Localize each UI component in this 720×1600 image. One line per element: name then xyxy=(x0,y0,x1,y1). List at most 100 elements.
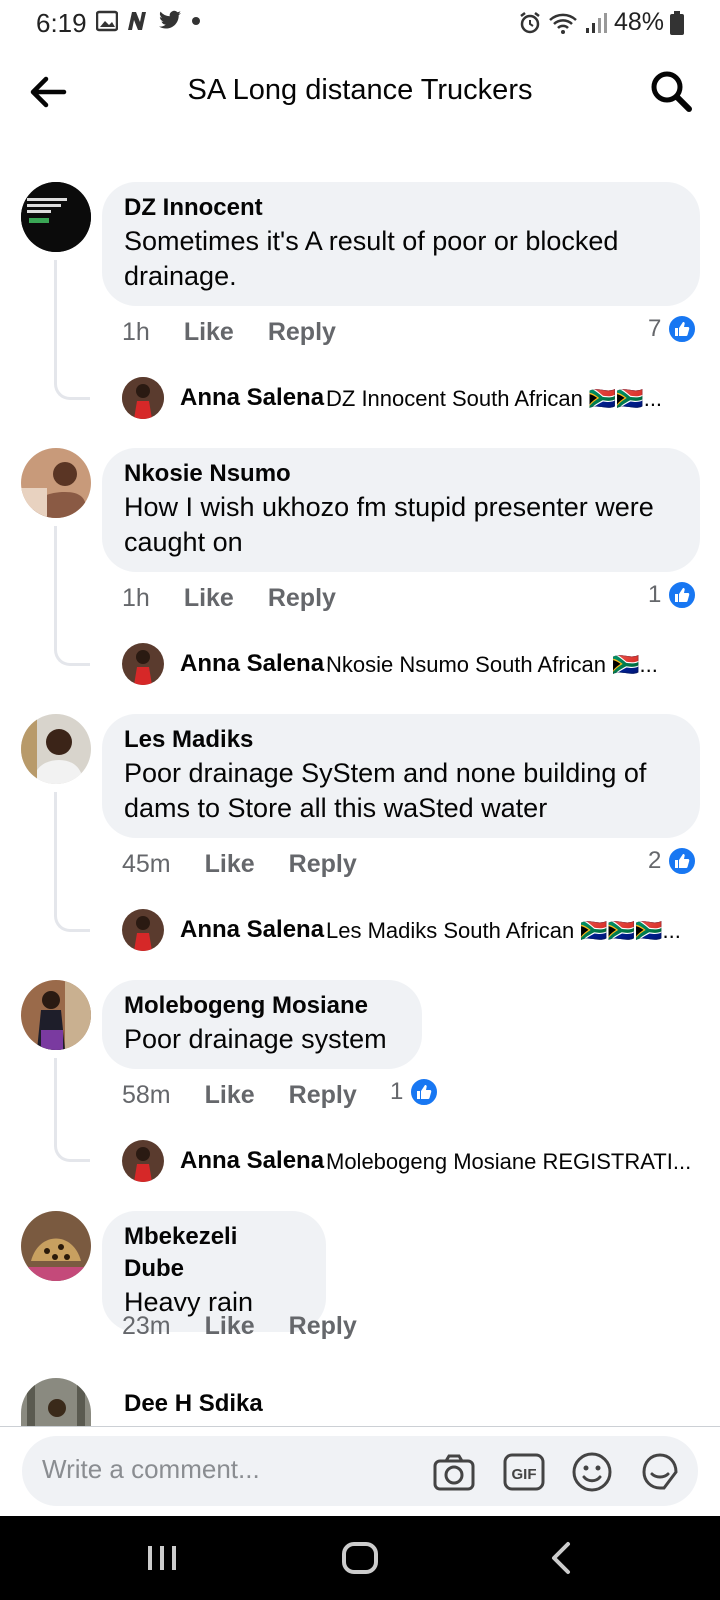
avatar[interactable] xyxy=(21,714,91,784)
comment-actions: 23m Like Reply xyxy=(122,1312,357,1341)
like-icon xyxy=(667,314,698,344)
thread-line xyxy=(54,260,90,400)
reply-button[interactable]: Reply xyxy=(268,318,336,347)
like-button[interactable]: Like xyxy=(205,850,255,879)
like-button[interactable]: Like xyxy=(184,584,234,613)
comment-author[interactable]: Dee H Sdika xyxy=(124,1388,263,1420)
status-right: 48% xyxy=(518,8,684,37)
twitter-icon xyxy=(159,10,181,29)
reply-preview[interactable]: Nkosie Nsumo South African 🇿🇦... xyxy=(326,652,658,678)
thread-line xyxy=(54,526,90,666)
avatar[interactable] xyxy=(21,1378,91,1426)
comment-actions: 58m Like Reply xyxy=(122,1081,357,1110)
n-app-icon xyxy=(128,12,146,30)
avatar-image xyxy=(21,1378,91,1426)
reply-button[interactable]: Reply xyxy=(289,1312,357,1341)
search-icon[interactable] xyxy=(648,68,694,114)
reaction-summary[interactable]: 1 xyxy=(648,580,698,610)
reaction-count: 7 xyxy=(648,315,662,342)
avatar-image xyxy=(21,182,91,252)
avatar[interactable] xyxy=(21,980,91,1050)
reaction-summary[interactable]: 1 xyxy=(390,1077,440,1107)
reply-preview[interactable]: Molebogeng Mosiane REGISTRATI... xyxy=(326,1149,691,1175)
reaction-count: 2 xyxy=(648,847,662,874)
reply-avatar[interactable] xyxy=(122,377,164,419)
comment-time: 45m xyxy=(122,850,171,878)
thread-line xyxy=(54,1058,90,1162)
status-time: 6:19 xyxy=(36,8,87,38)
reply-button[interactable]: Reply xyxy=(289,1081,357,1110)
like-button[interactable]: Like xyxy=(205,1312,255,1341)
sticker-icon[interactable] xyxy=(638,1450,682,1494)
like-button[interactable]: Like xyxy=(205,1081,255,1110)
battery-percent: 48% xyxy=(613,8,664,36)
reply-author[interactable]: Anna Salena xyxy=(180,650,324,678)
camera-icon[interactable] xyxy=(432,1450,476,1494)
comment-text: How I wish ukhozo fm stupid presenter we… xyxy=(124,492,654,557)
comment-bubble[interactable]: Les Madiks Poor drainage SyStem and none… xyxy=(102,714,700,838)
wifi-icon xyxy=(549,13,577,34)
page-title: SA Long distance Truckers xyxy=(187,74,533,106)
comment-author[interactable]: Molebogeng Mosiane xyxy=(124,990,400,1022)
comment-bubble[interactable]: Molebogeng Mosiane Poor drainage system xyxy=(102,980,422,1069)
reply-author[interactable]: Anna Salena xyxy=(180,384,324,412)
recent-apps-icon[interactable] xyxy=(140,1536,184,1580)
signal-icon xyxy=(585,12,607,33)
reply-author[interactable]: Anna Salena xyxy=(180,916,324,944)
app-header: SA Long distance Truckers xyxy=(0,48,720,136)
gallery-icon xyxy=(96,10,118,32)
reaction-summary[interactable]: 2 xyxy=(648,846,698,876)
avatar-image xyxy=(21,980,91,1050)
comment-actions: 1h Like Reply xyxy=(122,318,336,347)
thread-line xyxy=(54,792,90,932)
like-button[interactable]: Like xyxy=(184,318,234,347)
status-left-icons xyxy=(96,10,202,32)
comment-time: 23m xyxy=(122,1312,171,1340)
like-icon xyxy=(409,1077,440,1107)
like-icon xyxy=(667,846,698,876)
comment-author[interactable]: Les Madiks xyxy=(124,724,678,756)
comment-author[interactable]: DZ Innocent xyxy=(124,192,678,224)
avatar[interactable] xyxy=(21,448,91,518)
avatar-image xyxy=(21,714,91,784)
comment-text: Sometimes it's A result of poor or block… xyxy=(124,226,619,291)
reply-button[interactable]: Reply xyxy=(268,584,336,613)
reply-button[interactable]: Reply xyxy=(289,850,357,879)
comment-time: 58m xyxy=(122,1081,171,1109)
comment-composer[interactable]: Write a comment... GIF xyxy=(22,1436,698,1506)
status-bar: 6:19 48% xyxy=(0,0,720,48)
comment-author[interactable]: Mbekezeli Dube xyxy=(124,1221,304,1285)
avatar-image xyxy=(21,1211,91,1281)
reaction-summary[interactable]: 7 xyxy=(648,314,698,344)
home-icon[interactable] xyxy=(338,1536,382,1580)
reply-preview[interactable]: Les Madiks South African 🇿🇦🇿🇦🇿🇦... xyxy=(326,918,681,944)
comment-bubble[interactable]: Nkosie Nsumo How I wish ukhozo fm stupid… xyxy=(102,448,700,572)
reply-avatar[interactable] xyxy=(122,1140,164,1182)
system-nav-bar xyxy=(0,1516,720,1600)
reply-avatar[interactable] xyxy=(122,909,164,951)
comment-text: Poor drainage system xyxy=(124,1024,387,1054)
comment-actions: 45m Like Reply xyxy=(122,850,357,879)
comment-time: 1h xyxy=(122,318,150,346)
reply-author[interactable]: Anna Salena xyxy=(180,1147,324,1175)
alarm-icon xyxy=(520,11,540,33)
reaction-count: 1 xyxy=(390,1078,404,1105)
reply-preview[interactable]: DZ Innocent South African 🇿🇦🇿🇦... xyxy=(326,386,662,412)
comment-time: 1h xyxy=(122,584,150,612)
comment-bubble[interactable]: DZ Innocent Sometimes it's A result of p… xyxy=(102,182,700,306)
avatar-image xyxy=(21,448,91,518)
reply-avatar[interactable] xyxy=(122,643,164,685)
reaction-count: 1 xyxy=(648,581,662,608)
avatar[interactable] xyxy=(21,1211,91,1281)
comment-author[interactable]: Nkosie Nsumo xyxy=(124,458,678,490)
composer-divider xyxy=(0,1426,720,1427)
system-back-icon[interactable] xyxy=(540,1536,584,1580)
battery-icon xyxy=(670,10,684,35)
like-icon xyxy=(667,580,698,610)
gif-icon[interactable]: GIF xyxy=(502,1450,546,1494)
comment-text: Poor drainage SyStem and none building o… xyxy=(124,758,647,823)
avatar[interactable] xyxy=(21,182,91,252)
emoji-icon[interactable] xyxy=(570,1450,614,1494)
comment-input[interactable]: Write a comment... xyxy=(42,1454,260,1485)
comment-actions: 1h Like Reply xyxy=(122,584,336,613)
